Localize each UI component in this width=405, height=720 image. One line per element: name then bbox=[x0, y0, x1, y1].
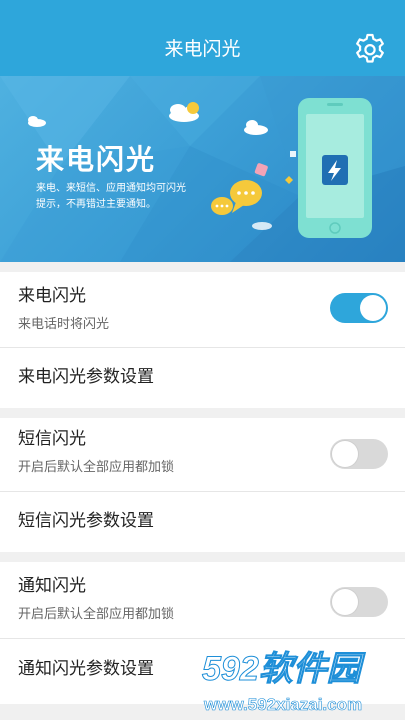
sms-flash-settings-label: 短信闪光参数设置 bbox=[18, 511, 154, 531]
call-flash-subtitle: 来电话时将闪光 bbox=[18, 317, 110, 332]
call-flash-toggle[interactable] bbox=[330, 293, 388, 323]
call-flash-settings-row[interactable]: 来电闪光参数设置 bbox=[0, 348, 405, 408]
sms-flash-toggle[interactable] bbox=[330, 439, 388, 469]
call-flash-section: 来电闪光 来电话时将闪光 来电闪光参数设置 bbox=[0, 272, 405, 408]
sms-flash-section: 短信闪光 开启后默认全部应用都加锁 短信闪光参数设置 bbox=[0, 418, 405, 552]
notify-flash-row[interactable]: 通知闪光 开启后默认全部应用都加锁 bbox=[0, 562, 405, 638]
gear-icon[interactable] bbox=[352, 32, 388, 68]
notify-flash-toggle[interactable] bbox=[330, 587, 388, 617]
phone-icon bbox=[298, 98, 372, 238]
call-flash-row[interactable]: 来电闪光 来电话时将闪光 bbox=[0, 272, 405, 347]
notify-flash-section: 通知闪光 开启后默认全部应用都加锁 通知闪光参数设置 bbox=[0, 562, 405, 704]
sms-flash-subtitle: 开启后默认全部应用都加锁 bbox=[18, 460, 175, 475]
toggle-knob bbox=[332, 441, 358, 467]
notify-flash-title: 通知闪光 bbox=[18, 576, 86, 596]
app-header: 来电闪光 bbox=[0, 0, 405, 76]
banner-headline: 来电闪光 bbox=[36, 143, 157, 176]
sms-flash-row[interactable]: 短信闪光 开启后默认全部应用都加锁 bbox=[0, 418, 405, 491]
page-title: 来电闪光 bbox=[164, 38, 241, 60]
toggle-knob bbox=[332, 589, 358, 615]
notify-flash-settings-row[interactable]: 通知闪光参数设置 bbox=[0, 639, 405, 704]
notify-flash-settings-label: 通知闪光参数设置 bbox=[18, 659, 154, 679]
promo-banner: 来电闪光 来电、来短信、应用通知均可闪光 提示，不再错过主要通知。 bbox=[0, 76, 405, 262]
banner-description-line2: 提示，不再错过主要通知。 bbox=[36, 199, 156, 210]
call-flash-title: 来电闪光 bbox=[18, 286, 86, 306]
banner-description-line1: 来电、来短信、应用通知均可闪光 bbox=[36, 183, 186, 194]
notify-flash-subtitle: 开启后默认全部应用都加锁 bbox=[18, 607, 175, 622]
toggle-knob bbox=[360, 295, 386, 321]
sms-flash-title: 短信闪光 bbox=[18, 429, 86, 449]
call-flash-settings-label: 来电闪光参数设置 bbox=[18, 367, 154, 387]
sms-flash-settings-row[interactable]: 短信闪光参数设置 bbox=[0, 492, 405, 552]
